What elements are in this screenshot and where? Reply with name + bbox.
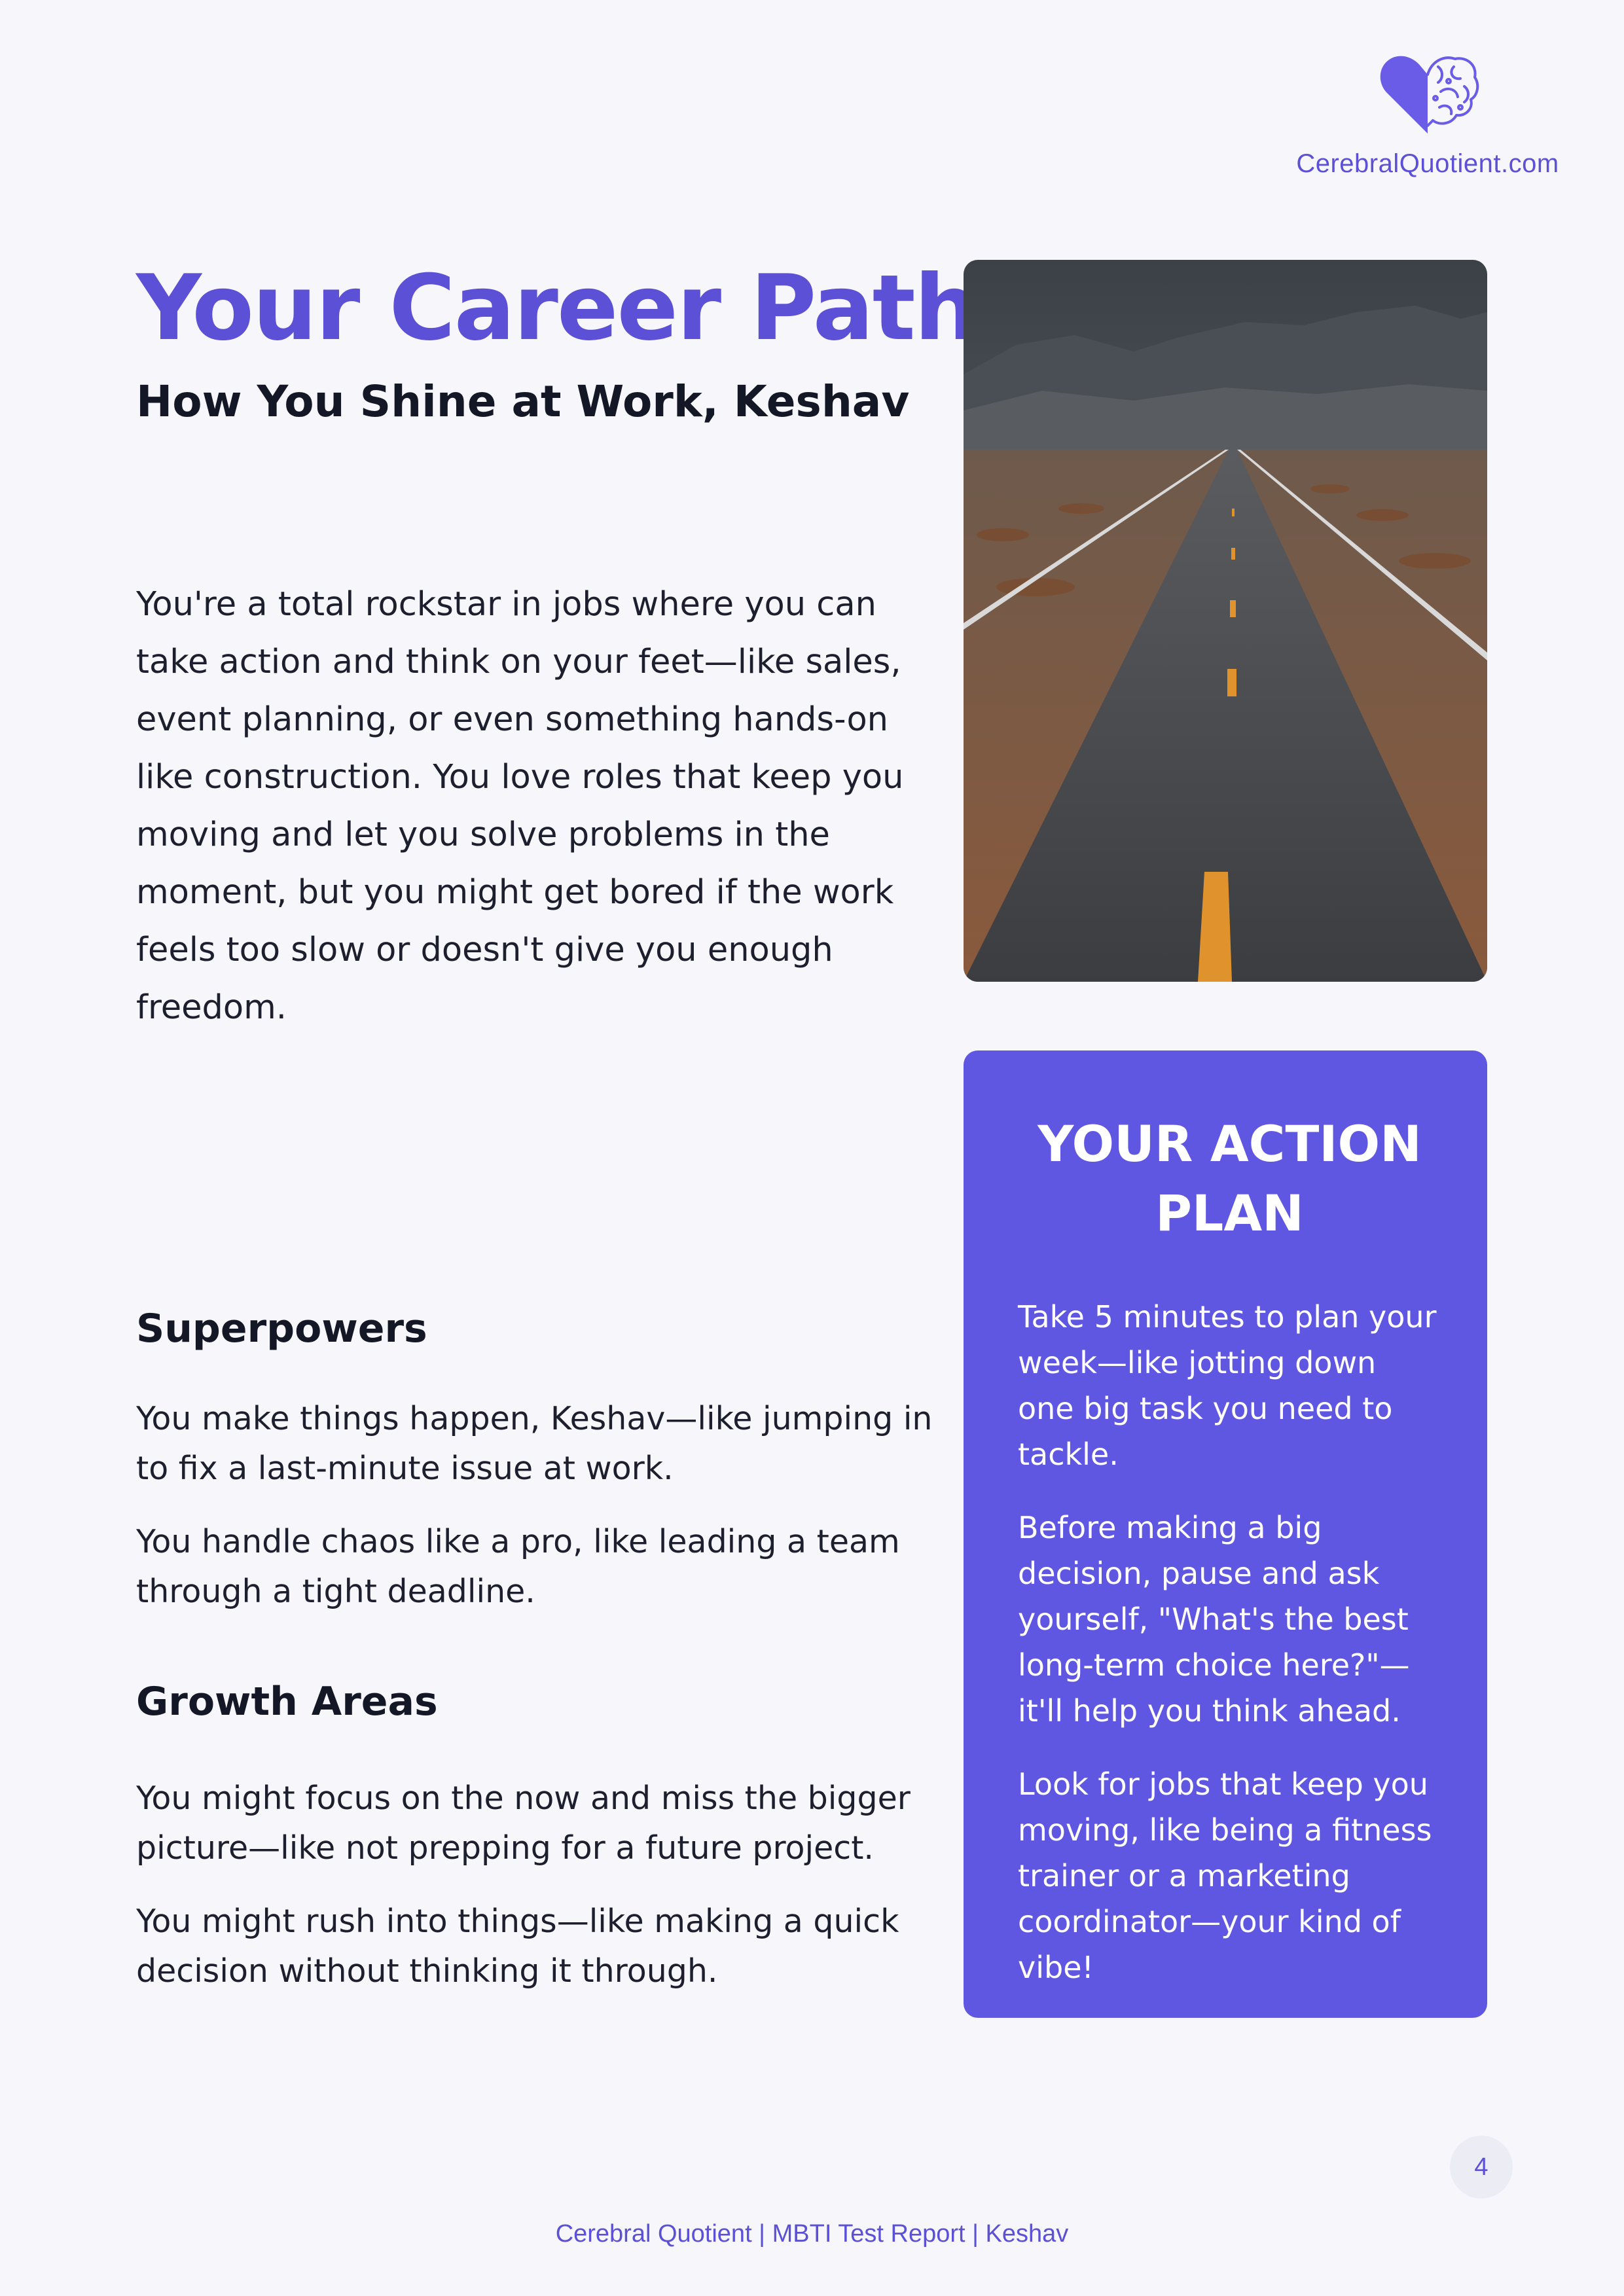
list-item: You might focus on the now and miss the … [136,1780,911,1867]
list-item: Look for jobs that keep you moving, like… [1018,1767,1432,1985]
page-title: Your Career Path [136,255,979,361]
growth-areas-heading: Growth Areas [136,1679,438,1725]
footer: Cerebral Quotient | MBTI Test Report | K… [555,2220,1069,2248]
page-number: 4 [1450,2136,1513,2198]
list-item: You handle chaos like a pro, like leadin… [136,1523,900,1610]
list-item: You make things happen, Keshav—like jump… [136,1400,933,1487]
growth-areas-list: You might focus on the now and miss the … [136,1774,941,2020]
open-road-photo [964,260,1487,982]
action-plan-list: Take 5 minutes to plan your week—like jo… [1018,1294,1441,1990]
list-item: You might rush into things—like making a… [136,1903,899,1990]
action-plan-title: YOUR ACTION PLAN [1038,1115,1422,1242]
superpowers-heading: Superpowers [136,1306,427,1352]
action-plan-card: YOUR ACTION PLAN Take 5 minutes to plan … [964,1050,1487,2018]
list-item: Before making a big decision, pause and … [1018,1510,1410,1729]
superpowers-list: You make things happen, Keshav—like jump… [136,1394,941,1640]
list-item: Take 5 minutes to plan your week—like jo… [1018,1299,1437,1472]
heart-brain-icon [1380,56,1479,134]
brand-name[interactable]: CerebralQuotient.com [1290,149,1565,179]
brand-header: CerebralQuotient.com [1290,52,1565,179]
page-subtitle: How You Shine at Work, Keshav [136,376,910,427]
intro-paragraph: You're a total rockstar in jobs where yo… [136,585,904,1027]
